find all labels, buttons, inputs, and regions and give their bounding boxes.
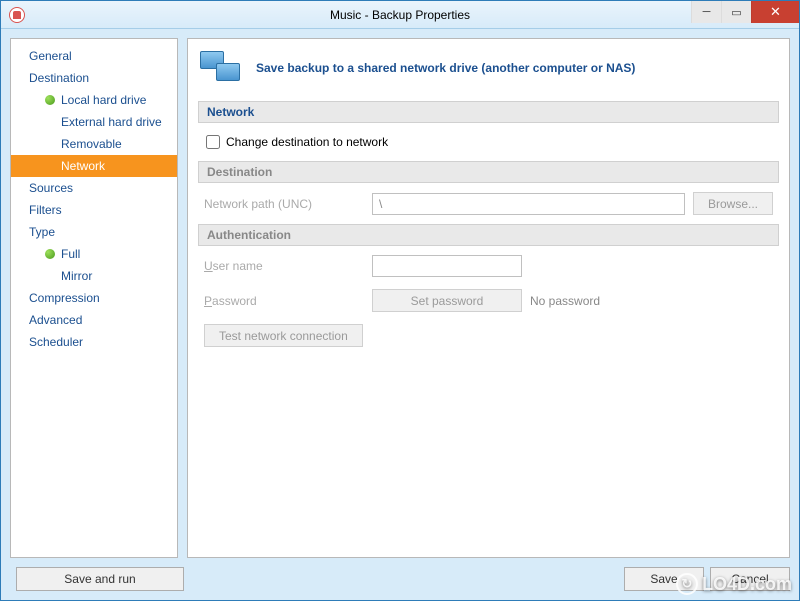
sidebar-item-destination[interactable]: Destination: [11, 67, 177, 89]
network-path-label: Network path (UNC): [204, 197, 364, 211]
password-label: Password: [204, 294, 364, 308]
section-network: Network: [198, 101, 779, 123]
status-dot-icon: [45, 249, 55, 259]
sidebar-item-removable[interactable]: Removable: [11, 133, 177, 155]
save-button[interactable]: Save: [624, 567, 704, 591]
sidebar-item-label: Mirror: [61, 269, 92, 283]
sidebar-item-mirror[interactable]: Mirror: [11, 265, 177, 287]
window-body: General Destination Local hard drive Extern…: [1, 29, 799, 600]
section-authentication: Authentication: [198, 224, 779, 246]
sidebar-item-type[interactable]: Type: [11, 221, 177, 243]
sidebar-item-compression[interactable]: Compression: [11, 287, 177, 309]
sidebar-item-label: Scheduler: [29, 335, 83, 349]
sidebar-item-label: Destination: [29, 71, 89, 85]
window-title: Music - Backup Properties: [1, 8, 799, 22]
banner: Save backup to a shared network drive (a…: [198, 47, 779, 95]
sidebar-item-label: Filters: [29, 203, 62, 217]
minimize-button[interactable]: ─: [691, 1, 721, 23]
sidebar-item-label: Removable: [61, 137, 122, 151]
change-destination-row: Change destination to network: [198, 129, 779, 155]
sidebar-item-label: Advanced: [29, 313, 82, 327]
username-input[interactable]: [372, 255, 522, 277]
sidebar-item-full[interactable]: Full: [11, 243, 177, 265]
maximize-button[interactable]: ▭: [721, 1, 751, 23]
network-drive-icon: [200, 51, 242, 85]
no-password-label: No password: [530, 294, 600, 308]
test-connection-button[interactable]: Test network connection: [204, 324, 363, 347]
sidebar-item-external-hard-drive[interactable]: External hard drive: [11, 111, 177, 133]
sidebar-item-label: Full: [61, 247, 80, 261]
window-controls: ─ ▭ ✕: [691, 1, 799, 23]
network-path-input[interactable]: [372, 193, 685, 215]
sidebar-item-network[interactable]: Network: [11, 155, 177, 177]
browse-button[interactable]: Browse...: [693, 192, 773, 215]
footer: Save and run Save Cancel: [10, 567, 790, 591]
change-destination-label: Change destination to network: [226, 135, 388, 149]
close-button[interactable]: ✕: [751, 1, 799, 23]
sidebar-item-scheduler[interactable]: Scheduler: [11, 331, 177, 353]
sidebar: General Destination Local hard drive Extern…: [10, 38, 178, 558]
set-password-button[interactable]: Set password: [372, 289, 522, 312]
window: Music - Backup Properties ─ ▭ ✕ General D…: [0, 0, 800, 601]
sidebar-item-label: Local hard drive: [61, 93, 146, 107]
username-row: User name: [198, 252, 779, 280]
app-icon: [9, 7, 25, 23]
sidebar-item-general[interactable]: General: [11, 45, 177, 67]
sidebar-item-local-hard-drive[interactable]: Local hard drive: [11, 89, 177, 111]
test-connection-row: Test network connection: [198, 321, 779, 350]
save-and-run-button[interactable]: Save and run: [16, 567, 184, 591]
status-dot-icon: [45, 95, 55, 105]
change-destination-checkbox[interactable]: [206, 135, 220, 149]
main-area: General Destination Local hard drive Extern…: [10, 38, 790, 558]
password-row: Password Set password No password: [198, 286, 779, 315]
sidebar-item-advanced[interactable]: Advanced: [11, 309, 177, 331]
banner-text: Save backup to a shared network drive (a…: [256, 61, 635, 75]
titlebar[interactable]: Music - Backup Properties ─ ▭ ✕: [1, 1, 799, 29]
sidebar-item-label: General: [29, 49, 72, 63]
sidebar-item-sources[interactable]: Sources: [11, 177, 177, 199]
content-panel: Save backup to a shared network drive (a…: [187, 38, 790, 558]
section-destination: Destination: [198, 161, 779, 183]
sidebar-item-label: External hard drive: [61, 115, 162, 129]
sidebar-item-label: Network: [61, 159, 105, 173]
cancel-button[interactable]: Cancel: [710, 567, 790, 591]
sidebar-item-label: Type: [29, 225, 55, 239]
username-label: User name: [204, 259, 364, 273]
sidebar-item-filters[interactable]: Filters: [11, 199, 177, 221]
sidebar-item-label: Sources: [29, 181, 73, 195]
sidebar-item-label: Compression: [29, 291, 100, 305]
network-path-row: Network path (UNC) Browse...: [198, 189, 779, 218]
